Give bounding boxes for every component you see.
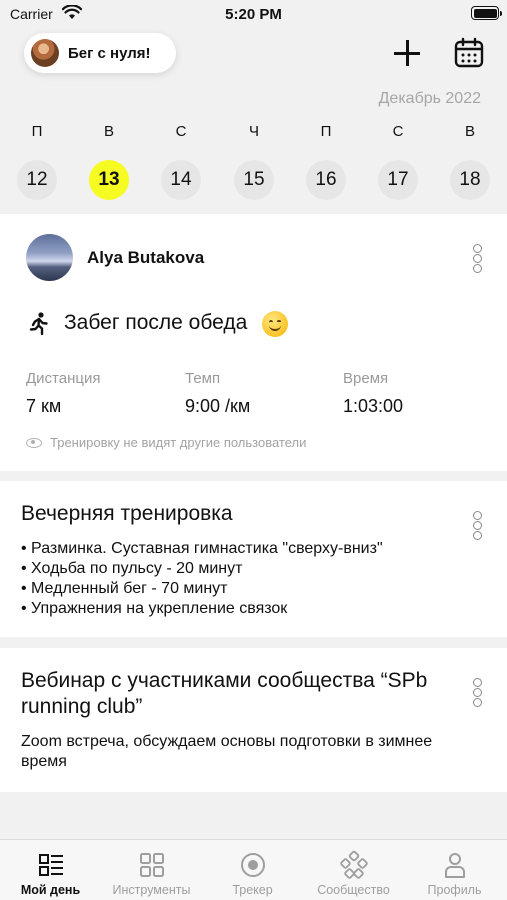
day-letter: С (175, 123, 187, 140)
clock: 5:20 PM (225, 6, 282, 23)
day-letter: Ч (249, 123, 259, 140)
tab-label: Трекер (232, 883, 273, 897)
plan-chip[interactable]: Бег с нуля! (24, 33, 176, 73)
day-number[interactable]: 17 (378, 160, 418, 200)
day-column-selected[interactable]: В 13 (89, 120, 129, 200)
day-letter: В (464, 123, 475, 140)
stat-distance: Дистанция 7 км (26, 370, 100, 417)
day-number-selected[interactable]: 13 (89, 160, 129, 200)
week-strip: П 12 В 13 С 14 Ч 15 П 16 С 17 В 18 (0, 120, 507, 210)
user-name: Alya Butakova (87, 248, 205, 267)
day-column[interactable]: В 18 (450, 120, 490, 200)
tab-label: Сообщество (317, 883, 390, 897)
stat-value: 1:03:00 (343, 396, 404, 416)
tab-tools[interactable]: Инструменты (101, 840, 202, 900)
stat-value: 9:00 /км (185, 396, 251, 416)
smiling-face-icon (262, 311, 288, 337)
calendar-icon[interactable] (452, 36, 486, 70)
user-avatar[interactable] (26, 234, 73, 281)
privacy-note: Тренировку не видят другие пользователи (26, 435, 306, 450)
training-step: • Разминка. Суставная гимнастика "сверху… (21, 540, 383, 557)
my-day-icon (38, 854, 63, 876)
tab-tracker[interactable]: Трекер (202, 840, 303, 900)
tab-profile[interactable]: Профиль (404, 840, 505, 900)
month-label: Декабрь 2022 (378, 90, 481, 107)
training-step: • Упражнения на укрепление связок (21, 600, 288, 617)
tab-label: Профиль (427, 883, 482, 897)
day-column[interactable]: П 16 (306, 120, 346, 200)
running-icon (29, 312, 48, 336)
day-number[interactable]: 18 (450, 160, 490, 200)
plan-avatar (31, 39, 59, 67)
training-steps: • Разминка. Суставная гимнастика "сверху… (21, 539, 383, 619)
plan-title: Бег с нуля! (68, 44, 151, 62)
tab-label: Мой день (20, 883, 81, 897)
stat-value: 7 км (26, 396, 62, 416)
training-title: Вечерняя тренировка (21, 502, 233, 525)
status-bar: Carrier 5:20 PM (0, 0, 507, 28)
stat-pace: Темп 9:00 /км (185, 370, 250, 417)
training-plan-card[interactable]: Вечерняя тренировка • Разминка. Суставна… (0, 481, 507, 637)
tracker-icon (240, 853, 265, 877)
more-options-icon[interactable] (469, 678, 487, 707)
workout-title: Забег после обеда (64, 311, 248, 334)
tab-my-day[interactable]: Мой день (0, 840, 101, 900)
add-button[interactable] (390, 36, 424, 70)
more-options-icon[interactable] (469, 511, 487, 540)
community-icon (339, 850, 368, 879)
eye-icon (26, 437, 42, 448)
day-number[interactable]: 15 (234, 160, 274, 200)
day-letter: П (320, 123, 332, 140)
tab-label: Инструменты (112, 883, 191, 897)
stat-time: Время 1:03:00 (343, 370, 403, 417)
event-card[interactable]: Вебинар с участниками сообщества “SPb ru… (0, 648, 507, 792)
day-column[interactable]: С 14 (161, 120, 201, 200)
day-number[interactable]: 16 (306, 160, 346, 200)
workout-card[interactable]: Alya Butakova Забег после обеда Дистанци… (0, 214, 507, 471)
stat-label: Дистанция (26, 370, 101, 387)
tab-community[interactable]: Сообщество (303, 840, 404, 900)
tab-bar: Мой день Инструменты Трекер Сообщество П… (0, 839, 507, 900)
event-description: Zoom встреча, обсуждаем основы подготовк… (21, 733, 433, 770)
profile-icon (444, 853, 465, 878)
stat-label: Темп (185, 370, 221, 387)
day-number[interactable]: 12 (17, 160, 57, 200)
more-options-icon[interactable] (469, 244, 487, 273)
day-letter: С (392, 123, 404, 140)
day-column[interactable]: Ч 15 (234, 120, 274, 200)
battery-icon (471, 6, 502, 20)
event-title: Вебинар с участниками сообщества “SPb ru… (21, 669, 428, 718)
privacy-text: Тренировку не видят другие пользователи (50, 435, 307, 450)
day-letter: П (31, 123, 43, 140)
day-column[interactable]: П 12 (17, 120, 57, 200)
stat-label: Время (343, 370, 389, 387)
day-number[interactable]: 14 (161, 160, 201, 200)
training-step: • Медленный бег - 70 минут (21, 580, 228, 597)
training-step: • Ходьба по пульсу - 20 минут (21, 560, 243, 577)
day-column[interactable]: С 17 (378, 120, 418, 200)
day-letter: В (103, 123, 114, 140)
tools-icon (139, 853, 164, 877)
